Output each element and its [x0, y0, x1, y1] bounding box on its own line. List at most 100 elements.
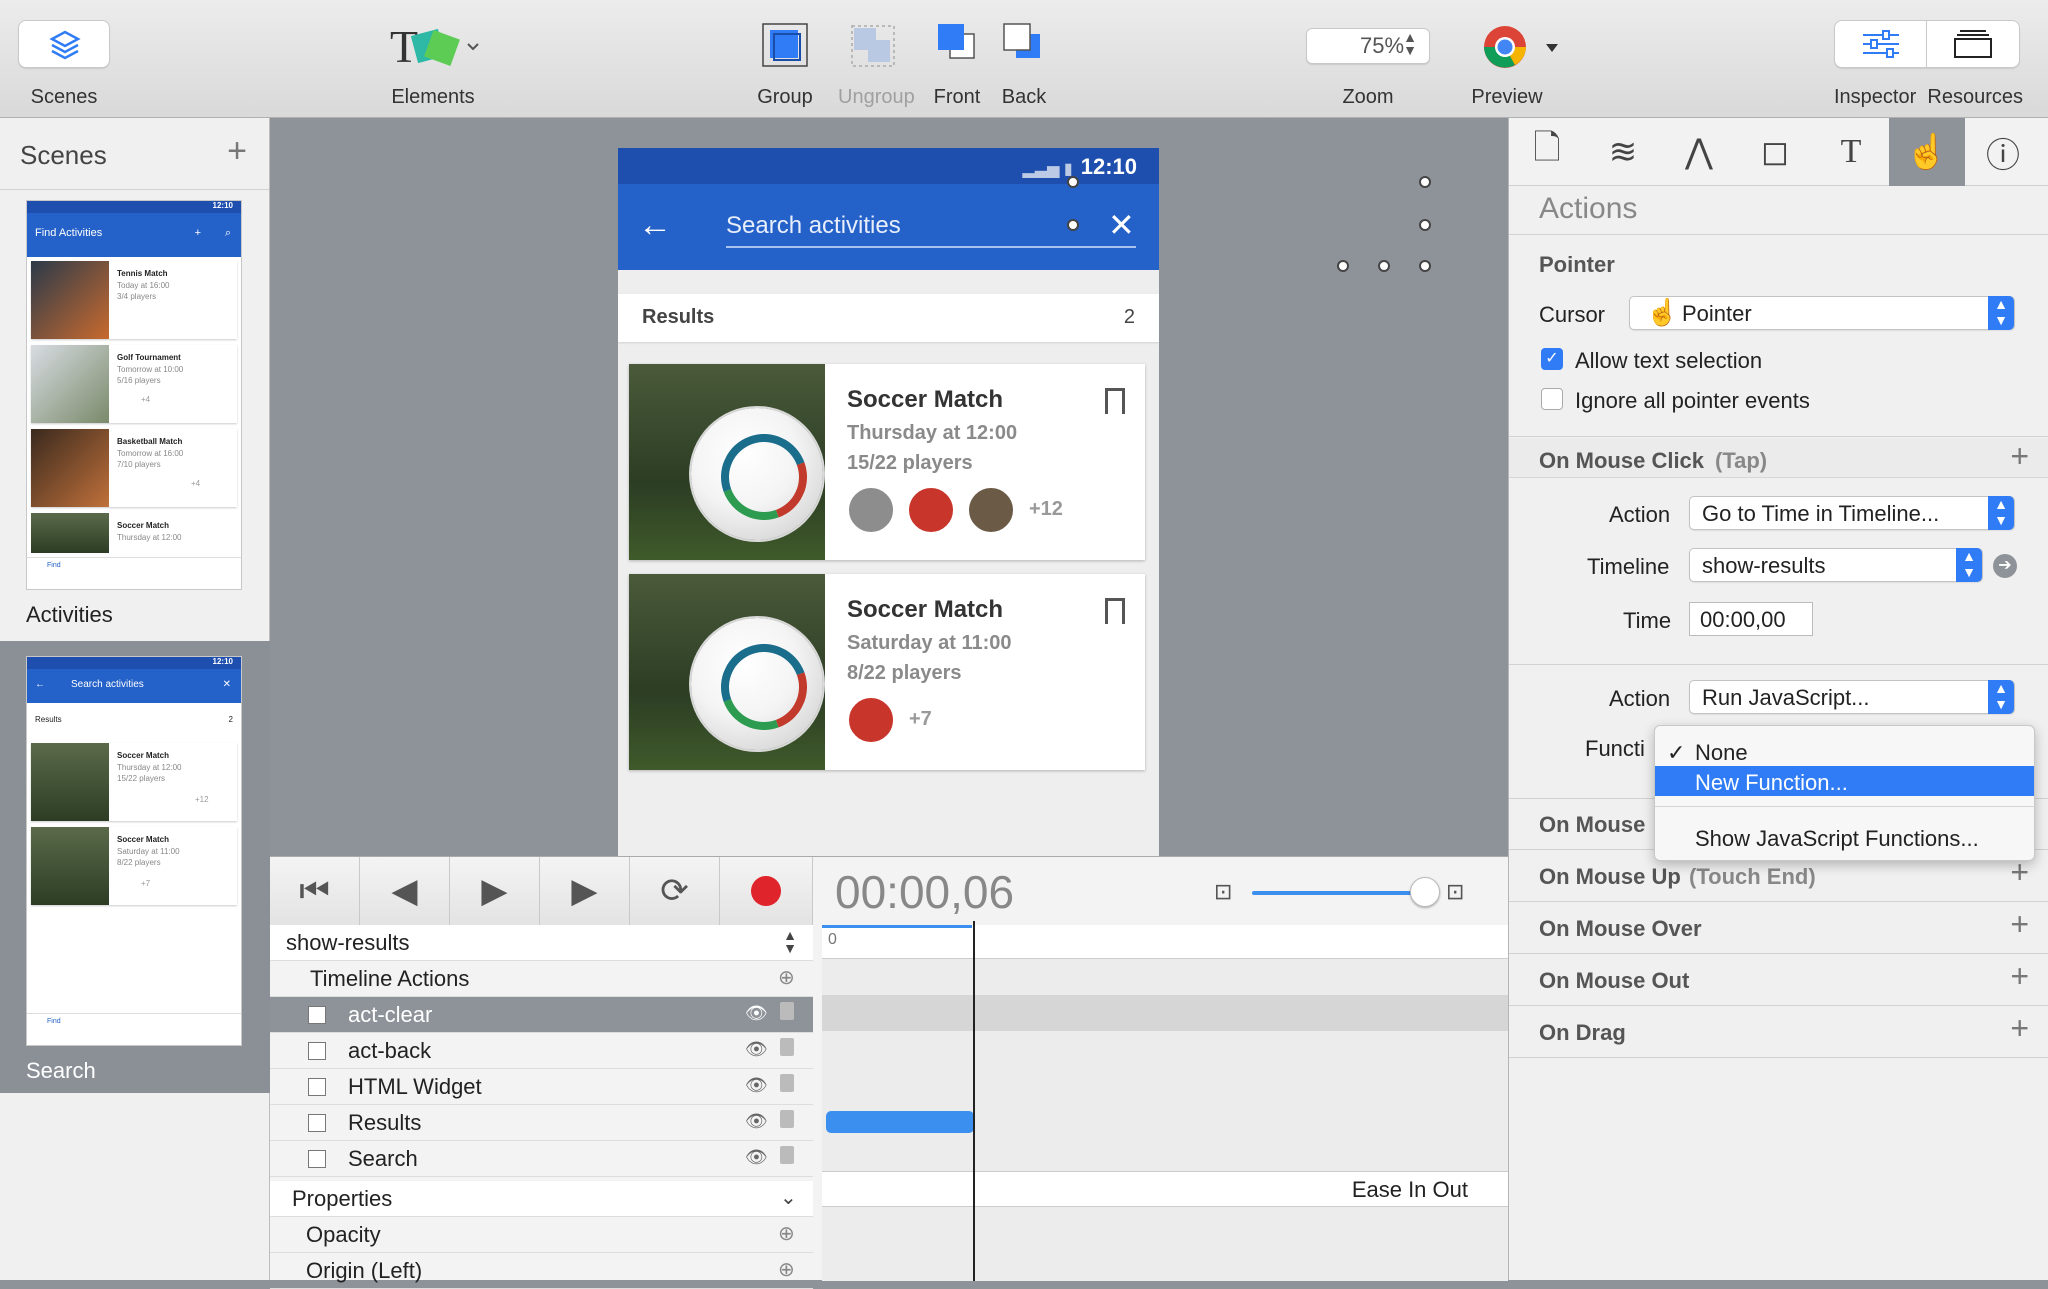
activity-card[interactable]: Soccer Match Thursday at 12:00 15/22 pla…: [629, 364, 1145, 560]
timeline-select[interactable]: show-results ▲ ▼: [1689, 548, 1983, 582]
select-arrows-icon[interactable]: ▲ ▼: [1988, 296, 2014, 330]
selection-handle[interactable]: [1378, 260, 1390, 272]
shapes-icon[interactable]: ◻: [1737, 118, 1813, 186]
layer-row-results[interactable]: Results 👁: [270, 1105, 813, 1141]
selection-handle[interactable]: [1067, 219, 1079, 231]
group-button[interactable]: Group: [752, 20, 818, 108]
stepper-icon[interactable]: ▲ ▼: [1403, 30, 1417, 57]
loop-icon[interactable]: ⟳: [630, 857, 720, 925]
selection-handle[interactable]: [1419, 219, 1431, 231]
info-icon[interactable]: ⓘ: [1965, 118, 2041, 186]
lock-icon[interactable]: [780, 1038, 794, 1056]
time-input[interactable]: 00:00,00: [1689, 602, 1813, 636]
timeline-actions-row[interactable]: Timeline Actions ⊕: [270, 961, 813, 997]
back-arrow-icon[interactable]: ←: [638, 206, 672, 245]
selection-handle[interactable]: [1067, 176, 1079, 188]
play-icon[interactable]: ▶: [450, 857, 540, 925]
property-row-opacity[interactable]: Opacity ⊕: [270, 1217, 813, 1253]
on-mouse-over-header[interactable]: On Mouse Over +: [1509, 902, 2048, 954]
preview-button[interactable]: Preview: [1470, 20, 1558, 108]
eye-icon[interactable]: 👁: [745, 1003, 768, 1024]
allow-text-checkbox[interactable]: ✓: [1541, 348, 1563, 370]
layer-row-search[interactable]: Search 👁: [270, 1141, 813, 1177]
easing-select[interactable]: Ease In Out: [822, 1171, 1508, 1207]
action-select[interactable]: Run JavaScript... ▲ ▼: [1689, 680, 2015, 714]
lock-icon[interactable]: [780, 1146, 794, 1164]
scenes-button-frame[interactable]: [18, 20, 110, 68]
scene-thumb-search[interactable]: 12:10 ← Search activities ✕ Results 2 Socce…: [26, 656, 242, 1046]
layer-row-act-back[interactable]: act-back 👁: [270, 1033, 813, 1069]
back-button[interactable]: Back: [998, 20, 1050, 108]
pen-icon[interactable]: ⋀: [1661, 118, 1737, 186]
bookmark-icon[interactable]: [1105, 388, 1125, 414]
add-keyframe-icon[interactable]: ⊕: [778, 1221, 795, 1246]
on-mouse-out-header[interactable]: On Mouse Out +: [1509, 954, 2048, 1006]
add-action-icon[interactable]: +: [2010, 1010, 2029, 1047]
select-arrows-icon[interactable]: ▲ ▼: [1988, 680, 2014, 714]
layers-icon[interactable]: ≋: [1585, 118, 1661, 186]
resources-toggle[interactable]: [1927, 21, 2019, 67]
record-button[interactable]: [720, 857, 813, 925]
add-icon[interactable]: ⊕: [778, 965, 795, 990]
stepper-icon[interactable]: ▲ ▼: [783, 928, 797, 955]
add-scene-icon[interactable]: +: [227, 132, 247, 171]
clear-icon[interactable]: ✕: [1108, 206, 1135, 244]
ungroup-button[interactable]: Ungroup: [838, 20, 915, 108]
on-mouse-click-header[interactable]: On Mouse Click (Tap) +: [1509, 438, 2048, 478]
properties-header[interactable]: Properties ⌄: [270, 1181, 813, 1217]
playhead[interactable]: [973, 921, 975, 1281]
activity-card[interactable]: Soccer Match Saturday at 11:00 8/22 play…: [629, 574, 1145, 770]
go-arrow-icon[interactable]: ➔: [1993, 554, 2017, 578]
menu-item-none[interactable]: ✓ None: [1655, 736, 2034, 766]
bookmark-icon[interactable]: [1105, 598, 1125, 624]
results-keyframe-bar[interactable]: [826, 1111, 974, 1133]
front-button[interactable]: Front: [932, 20, 982, 108]
scene-thumb-activities[interactable]: 12:10 Find Activities + ⌕ Tennis Match Toda…: [26, 200, 242, 590]
text-icon[interactable]: T: [1813, 118, 1889, 186]
chevron-down-icon[interactable]: ⌄: [780, 1185, 797, 1210]
cursor-select[interactable]: Pointer ☝ ▲ ▼: [1629, 296, 2015, 330]
panel-toggle[interactable]: [1834, 20, 2020, 68]
eye-icon[interactable]: 👁: [745, 1075, 768, 1096]
lock-icon[interactable]: [780, 1002, 794, 1020]
add-action-icon[interactable]: +: [2010, 438, 2029, 475]
lock-icon[interactable]: [780, 1074, 794, 1092]
add-action-icon[interactable]: +: [2010, 958, 2029, 995]
eye-icon[interactable]: 👁: [745, 1147, 768, 1168]
property-row-origin-left[interactable]: Origin (Left) ⊕: [270, 1253, 813, 1289]
slider-knob[interactable]: [1410, 877, 1440, 907]
selection-handle[interactable]: [1419, 260, 1431, 272]
checkbox[interactable]: [308, 1042, 326, 1060]
eye-icon[interactable]: 👁: [745, 1039, 768, 1060]
timeline-select[interactable]: show-results ▲ ▼: [270, 925, 813, 961]
selection-handle[interactable]: [1337, 260, 1349, 272]
action-select[interactable]: Go to Time in Timeline... ▲ ▼: [1689, 496, 2015, 530]
checkbox[interactable]: [308, 1006, 326, 1024]
add-keyframe-icon[interactable]: ⊕: [778, 1257, 795, 1282]
document-icon[interactable]: 🗋: [1509, 118, 1585, 186]
select-arrows-icon[interactable]: ▲ ▼: [1988, 496, 2014, 530]
layer-row-html-widget[interactable]: HTML Widget 👁: [270, 1069, 813, 1105]
lock-icon[interactable]: [780, 1110, 794, 1128]
elements-toolbar-button[interactable]: T Elements: [380, 20, 486, 108]
go-start-icon[interactable]: ⏮: [270, 857, 360, 925]
timeline-zoom-slider[interactable]: [1252, 877, 1440, 907]
on-drag-header[interactable]: On Drag +: [1509, 1006, 2048, 1058]
ignore-events-checkbox[interactable]: [1541, 388, 1563, 410]
step-back-icon[interactable]: ◀: [360, 857, 450, 925]
hand-icon[interactable]: ☝: [1889, 118, 1965, 186]
selection-handle[interactable]: [1419, 176, 1431, 188]
canvas[interactable]: ▂▃▅ ▮ 12:10 ← Search activities ✕ Results…: [270, 118, 1508, 856]
scene-label-activities[interactable]: Activities: [26, 602, 113, 628]
ruler[interactable]: 0: [822, 925, 1508, 959]
zoom-out-icon[interactable]: ⊡: [1214, 879, 1232, 905]
zoom-in-icon[interactable]: ⊡: [1446, 879, 1464, 905]
zoom-field[interactable]: 75% ▲ ▼: [1306, 28, 1430, 64]
menu-item-show-js-functions[interactable]: Show JavaScript Functions...: [1655, 822, 2034, 852]
add-action-icon[interactable]: +: [2010, 906, 2029, 943]
select-arrows-icon[interactable]: ▲ ▼: [1956, 548, 1982, 582]
inspector-toggle[interactable]: [1835, 21, 1927, 67]
timeline-track-area[interactable]: 0 Ease In Out: [822, 925, 1508, 1281]
eye-icon[interactable]: 👁: [745, 1111, 768, 1132]
step-forward-icon[interactable]: ▶: [540, 857, 630, 925]
